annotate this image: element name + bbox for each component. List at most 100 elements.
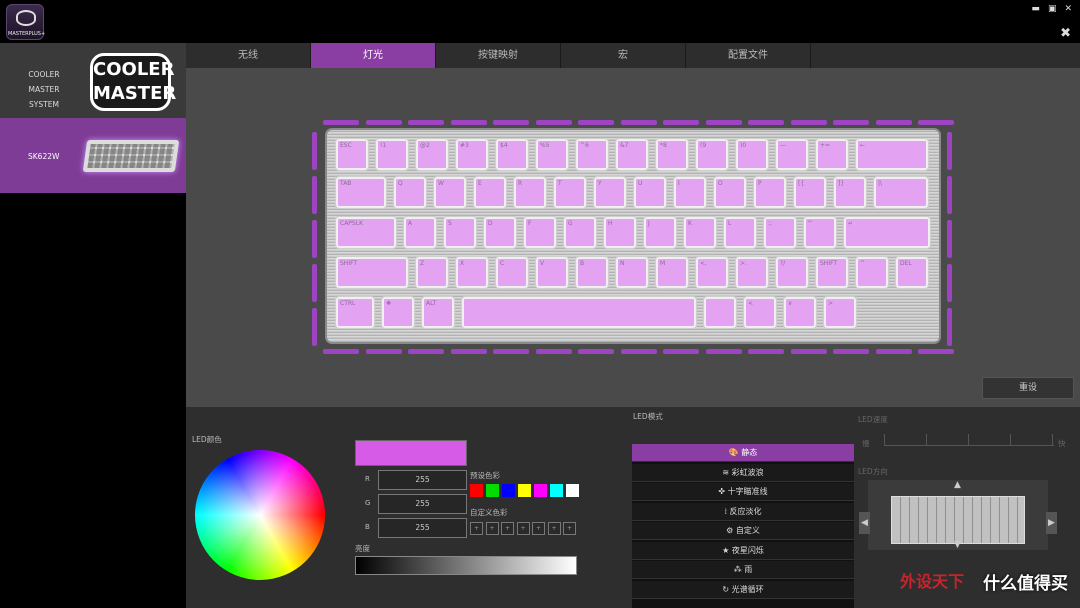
arrow-left-icon[interactable]: ◀ [859,512,870,534]
keycap[interactable]: |\ [873,176,929,209]
keycap[interactable]: Y [593,176,627,209]
preset-swatch[interactable] [550,484,563,497]
keycap[interactable]: #3 [455,138,489,171]
preset-swatch[interactable] [502,484,515,497]
color-wheel[interactable] [195,450,325,580]
keycap[interactable]: DEL [895,256,929,289]
keycap[interactable]: B [575,256,609,289]
brightness-slider[interactable] [355,556,577,575]
b-input[interactable]: 255 [378,518,467,538]
close-icon[interactable]: ✕ [1064,4,1072,14]
keycap[interactable]: U [633,176,667,209]
led-mode-item[interactable]: ≋ 彩虹波浪 [632,463,854,482]
keycap[interactable]: R [513,176,547,209]
keycap[interactable]: P [753,176,787,209]
keycap[interactable] [703,296,737,329]
led-mode-item[interactable]: ⁞ 反应淡化 [632,502,854,521]
keycap[interactable]: @2 [415,138,449,171]
custom-swatch-add[interactable]: + [563,522,576,535]
sidebar-item-system[interactable]: COOLER MASTER SYSTEM COOLER MASTER [0,43,186,118]
tools-icon[interactable]: ✖ [1060,26,1071,41]
keycap[interactable]: W [433,176,467,209]
keycap[interactable]: I [673,176,707,209]
keycap[interactable]: D [483,216,517,249]
led-mode-item[interactable]: ↻ 光谱循环 [632,580,854,599]
keycap[interactable]: K [683,216,717,249]
custom-swatch-add[interactable]: + [470,522,483,535]
keycap[interactable]: ^ [855,256,889,289]
keycap[interactable]: Q [393,176,427,209]
keycap[interactable]: J [643,216,677,249]
arrow-up-icon[interactable]: ▲ [954,480,961,490]
keycap[interactable]: <, [695,256,729,289]
keycap[interactable]: ^6 [575,138,609,171]
custom-swatch-add[interactable]: + [532,522,545,535]
g-input[interactable]: 255 [378,494,467,514]
keycap[interactable]: ESC [335,138,369,171]
r-input[interactable]: 255 [378,470,467,490]
keycap[interactable]: SHIFT [815,256,849,289]
keycap[interactable]: V [535,256,569,289]
led-mode-item[interactable]: ✜ 十字瞄准线 [632,483,854,501]
keycap[interactable]: ∨ [783,296,817,329]
keycap[interactable]: — [775,138,809,171]
keycap[interactable]: *8 [655,138,689,171]
led-mode-item[interactable]: ★ 夜星闪烁 [632,541,854,560]
keycap[interactable]: ❖ [381,296,415,329]
keycap[interactable]: += [815,138,849,171]
keycap[interactable]: %5 [535,138,569,171]
keycap[interactable]: H [603,216,637,249]
keycap[interactable]: N [615,256,649,289]
preset-swatch[interactable] [534,484,547,497]
keycap[interactable]: G [563,216,597,249]
keycap[interactable]: Z [415,256,449,289]
custom-swatch-add[interactable]: + [516,522,530,535]
tab-key-mapping[interactable]: 按键映射 [436,43,561,68]
keycap[interactable]: :; [763,216,797,249]
preset-swatch[interactable] [470,484,483,497]
tab-wireless[interactable]: 无线 [186,43,311,68]
keycap[interactable] [461,296,697,329]
sidebar-item-device[interactable]: SK622W [0,118,186,193]
custom-swatch-add[interactable]: + [485,522,499,535]
maximize-icon[interactable]: ▣ [1048,4,1057,14]
keycap[interactable]: < [743,296,777,329]
masterplus-logo[interactable]: MASTERPLUS+ [6,4,45,40]
keycap[interactable]: >. [735,256,769,289]
keycap[interactable]: TAB [335,176,387,209]
keycap[interactable]: &7 [615,138,649,171]
keycap[interactable]: ← [855,138,929,171]
tab-profiles[interactable]: 配置文件 [686,43,811,68]
keycap[interactable]: E [473,176,507,209]
keycap[interactable]: "' [803,216,837,249]
keycap[interactable]: L [723,216,757,249]
keycap[interactable]: M [655,256,689,289]
keycap[interactable]: T [553,176,587,209]
led-mode-item[interactable]: 🎨 静态 [632,444,854,462]
keycap[interactable]: C [495,256,529,289]
arrow-down-icon[interactable]: ▼ [954,540,961,550]
keycap[interactable]: !1 [375,138,409,171]
keycap[interactable]: SHIFT [335,256,409,289]
keycap[interactable]: [{ [793,176,827,209]
keycap[interactable]: CTRL [335,296,375,329]
keycap[interactable]: S [443,216,477,249]
keycap[interactable]: $4 [495,138,529,171]
keycap[interactable]: X [455,256,489,289]
minimize-icon[interactable]: ▬ [1031,4,1040,14]
reset-button[interactable]: 重设 [982,377,1074,399]
preset-swatch[interactable] [566,484,579,497]
preset-swatch[interactable] [518,484,531,497]
keycap[interactable]: A [403,216,437,249]
custom-swatch-add[interactable]: + [501,522,514,535]
led-mode-item[interactable]: ⚙ 自定义 [632,522,854,540]
keycap[interactable]: CAPSLK [335,216,397,249]
tab-macro[interactable]: 宏 [561,43,686,68]
keycap[interactable]: ↵ [843,216,931,249]
arrow-right-icon[interactable]: ▶ [1046,512,1057,534]
custom-swatch-add[interactable]: + [547,522,561,535]
preset-swatch[interactable] [486,484,499,497]
keycap[interactable]: O [713,176,747,209]
led-speed-slider[interactable] [884,438,1054,446]
keycap[interactable]: F [523,216,557,249]
